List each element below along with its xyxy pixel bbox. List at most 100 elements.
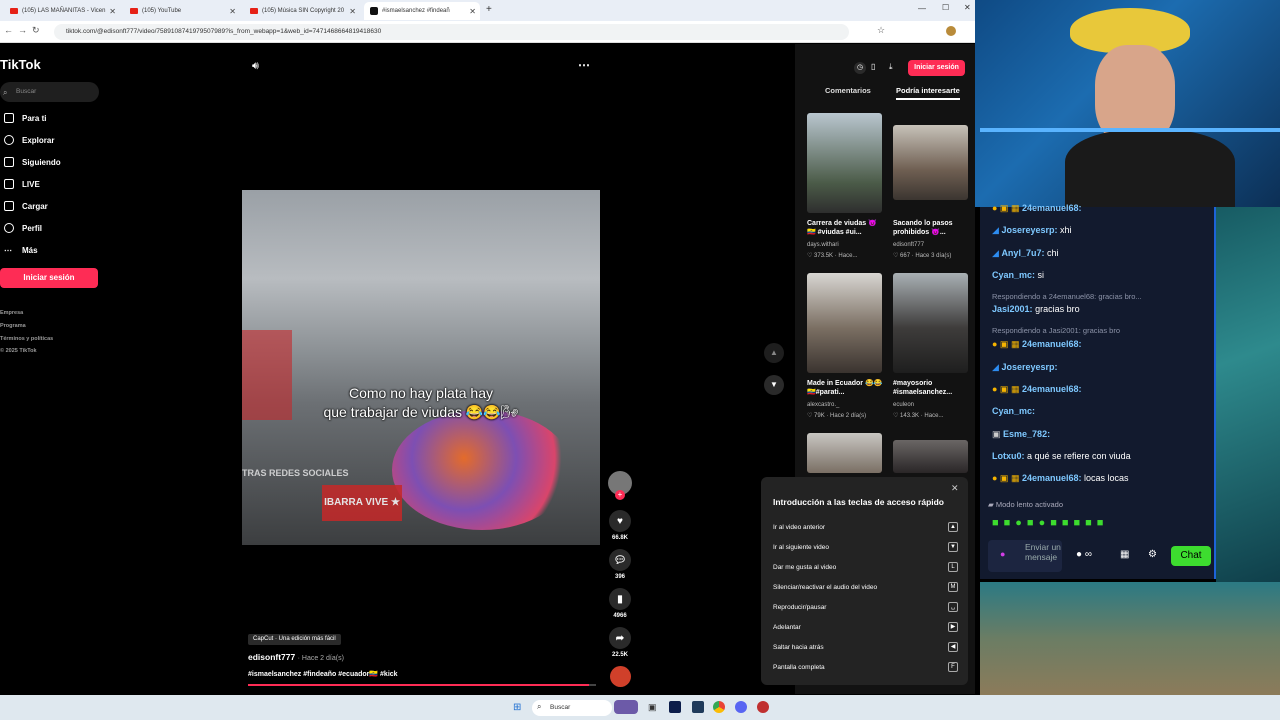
browser-tab[interactable]: (105) Música SIN Copyright 20 ✕: [244, 2, 360, 20]
video-player[interactable]: TRAS REDES SOCIALES IBARRA VIVE ★ Como n…: [242, 190, 600, 545]
chat-user[interactable]: Josereyesrp:: [1001, 362, 1057, 372]
video-thumbnail[interactable]: [807, 273, 882, 373]
emote-bar[interactable]: ■■●■●■■■■■: [992, 517, 1192, 531]
chat-user[interactable]: 24emanuel68:: [1022, 473, 1082, 483]
download-icon[interactable]: ⤓: [889, 62, 893, 72]
footer-link[interactable]: Programa: [0, 323, 26, 329]
reload-icon[interactable]: ↻: [32, 25, 40, 36]
video-progress-track[interactable]: [248, 684, 596, 686]
author-name[interactable]: edisonft777: [248, 652, 295, 662]
footer-link[interactable]: Términos y políticas: [0, 336, 53, 342]
video-thumbnail[interactable]: [807, 433, 882, 473]
video-title[interactable]: Made in Ecuador 😂😂 🇪🇨#parati...: [807, 379, 885, 397]
nav-item-cargar[interactable]: Cargar: [0, 199, 48, 213]
footer-link[interactable]: Empresa: [0, 310, 23, 316]
shortcut-key: ◀: [948, 642, 958, 652]
device-icon[interactable]: ▯: [871, 62, 875, 71]
share-action[interactable]: ➦ 22.5K: [608, 627, 632, 658]
task-view-icon[interactable]: ▣: [648, 702, 657, 713]
chrome-icon[interactable]: [713, 701, 725, 713]
video-thumbnail[interactable]: [807, 113, 882, 213]
video-thumbnail[interactable]: [893, 125, 968, 200]
close-icon[interactable]: ✕: [951, 483, 959, 494]
forward-icon[interactable]: →: [18, 25, 27, 35]
mic-icon[interactable]: ●: [1000, 549, 1005, 559]
app-icon[interactable]: [692, 701, 704, 713]
window-close-icon[interactable]: ✕: [964, 3, 971, 12]
chat-input[interactable]: ● Enviar un mensaje: [988, 540, 1062, 572]
minimize-icon[interactable]: —: [918, 4, 926, 13]
bookmark-star-icon[interactable]: ☆: [877, 25, 885, 36]
nav-item-mas[interactable]: ⋯ Más: [0, 243, 38, 257]
browser-tab[interactable]: (105) YouTube ✕: [124, 2, 240, 20]
new-tab-icon[interactable]: +: [486, 4, 492, 15]
nav-label: Siguiendo: [22, 157, 61, 167]
back-icon[interactable]: ←: [4, 25, 13, 35]
save-action[interactable]: ▮ 4966: [608, 588, 632, 619]
chat-user[interactable]: Jasi2001:: [992, 304, 1033, 314]
store-icon[interactable]: ▦: [1120, 549, 1129, 560]
nav-item-siguiendo[interactable]: Siguiendo: [0, 155, 61, 169]
shortcut-row: Ir al video anterior ▲: [773, 522, 958, 532]
video-author[interactable]: alexcastro._: [807, 402, 885, 408]
chat-user[interactable]: Josereyesrp:: [1001, 225, 1057, 235]
app-icon[interactable]: [757, 701, 769, 713]
close-tab-icon[interactable]: ✕: [349, 7, 356, 16]
url-input[interactable]: tiktok.com/@edisonft777/video/7589108741…: [54, 24, 849, 40]
follow-plus-icon[interactable]: +: [615, 490, 625, 500]
login-button[interactable]: Iniciar sesión: [0, 268, 98, 288]
widgets-icon[interactable]: [614, 700, 638, 714]
chat-user[interactable]: Cyan_mc:: [992, 406, 1035, 416]
volume-icon[interactable]: 🔊︎: [252, 60, 259, 73]
video-title[interactable]: #mayosorio #ismaelsanchez...: [893, 379, 971, 397]
hashtags[interactable]: #ismaelsanchez #findeaño #ecuador🇪🇨 #kic…: [248, 670, 398, 678]
video-author[interactable]: edisonft777: [893, 242, 971, 248]
slow-mode-notice: ▰ Modo lento activado: [988, 500, 1063, 509]
like-action[interactable]: ♥ 66.8K: [608, 510, 632, 541]
comment-action[interactable]: 💬︎ 396: [608, 549, 632, 580]
taskbar-search[interactable]: Buscar: [532, 700, 612, 716]
video-title[interactable]: Sacando lo pasos prohibidos 😈...: [893, 219, 971, 237]
windows-start-icon[interactable]: ⊞: [513, 702, 521, 713]
more-options-icon[interactable]: ⋯: [578, 58, 590, 72]
video-title[interactable]: Carrera de viudas 😈🇪🇨 #viudas #ui...: [807, 219, 885, 237]
previous-video-icon[interactable]: ▲: [764, 343, 784, 363]
video-author[interactable]: days.withari: [807, 242, 885, 248]
close-tab-icon[interactable]: ✕: [469, 7, 476, 16]
video-thumbnail[interactable]: [893, 273, 968, 373]
nav-item-para-ti[interactable]: Para ti: [0, 111, 46, 125]
profile-avatar[interactable]: [946, 26, 956, 36]
chat-user[interactable]: Anyl_7u7:: [1001, 248, 1044, 258]
chat-user[interactable]: Lotxu0:: [992, 451, 1025, 461]
nav-item-perfil[interactable]: Perfil: [0, 221, 42, 235]
nav-item-explorar[interactable]: Explorar: [0, 133, 54, 147]
login-button[interactable]: Iniciar sesión: [908, 60, 965, 76]
gear-icon[interactable]: ⚙: [1148, 549, 1157, 560]
tab-podria-interesarte[interactable]: Podría interesarte: [896, 86, 960, 95]
chat-user[interactable]: 24emanuel68:: [1022, 384, 1082, 394]
video-thumbnail[interactable]: [893, 440, 968, 473]
video-author[interactable]: eculeon: [893, 402, 971, 408]
tiktok-logo[interactable]: TikTok: [0, 57, 41, 72]
tab-comentarios[interactable]: Comentarios: [825, 86, 871, 95]
chat-send-button[interactable]: Chat: [1171, 546, 1211, 566]
capcut-badge[interactable]: CapCut · Una edición más fácil: [248, 634, 341, 645]
video-scene: [392, 410, 572, 530]
next-video-icon[interactable]: ▼: [764, 375, 784, 395]
emote-picker-icon[interactable]: ● ∞: [1076, 549, 1092, 560]
photoshop-icon[interactable]: [669, 701, 681, 713]
browser-tab-active[interactable]: #ismaelsanchez #findeañ ✕: [364, 2, 480, 20]
browser-tab[interactable]: (105) LAS MAÑANITAS - Vicen ✕: [4, 2, 120, 20]
chat-user[interactable]: Esme_782:: [1003, 429, 1050, 439]
close-tab-icon[interactable]: ✕: [109, 7, 116, 16]
search-input[interactable]: Buscar: [0, 82, 99, 102]
discord-icon[interactable]: [735, 701, 747, 713]
music-disc-icon[interactable]: [610, 666, 631, 687]
chat-user[interactable]: 24emanuel68:: [1022, 339, 1082, 349]
clock-icon[interactable]: ◷: [854, 62, 866, 74]
nav-item-live[interactable]: LIVE: [0, 177, 40, 191]
chat-user[interactable]: Cyan_mc:: [992, 270, 1035, 280]
chat-user[interactable]: 24emanuel68:: [1022, 203, 1082, 213]
close-tab-icon[interactable]: ✕: [229, 7, 236, 16]
maximize-icon[interactable]: ☐: [942, 3, 949, 12]
